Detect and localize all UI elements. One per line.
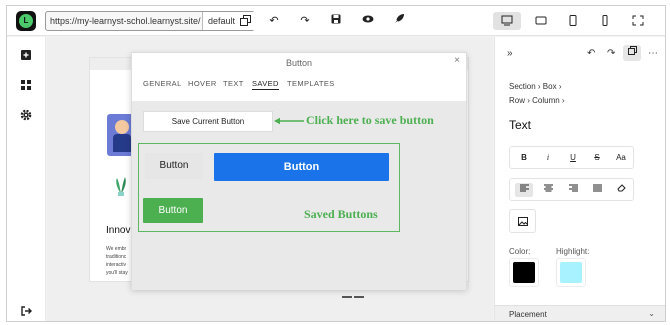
environment-label: default [208,16,236,26]
tab-text[interactable]: TEXT [223,79,244,88]
breadcrumb: Section › Box › [509,82,562,91]
left-toolbar [7,37,46,321]
align-center-icon[interactable] [539,183,557,197]
breadcrumb-column[interactable]: Column [532,96,560,105]
align-justify-icon[interactable] [588,183,606,197]
save-hint-annotation: Click here to save button [306,113,434,127]
align-left-icon[interactable] [515,183,533,197]
placement-label: Placement [509,310,547,319]
resize-handle[interactable] [342,285,366,298]
italic-button[interactable]: i [539,151,557,165]
undo-icon[interactable]: ↶ [266,13,282,29]
publish-rocket-icon[interactable] [391,13,407,29]
copy-icon [240,15,251,26]
save-icon[interactable] [328,13,344,29]
underline-button[interactable]: U [564,151,582,165]
site-url-field[interactable]: https://my-learnyst-schol.learnyst.site/… [45,11,255,31]
chevron-down-icon: ⌄ [648,309,655,318]
properties-panel: » ↶ ↷ ⋯ Section › Box › Row › Column › T… [494,37,665,321]
tab-templates[interactable]: TEMPLATES [287,79,335,88]
text-color-picker[interactable] [509,258,539,287]
settings-gear-icon[interactable] [20,108,34,122]
color-label: Color: [509,247,531,256]
exit-icon[interactable] [20,304,34,318]
tablet-landscape-icon [535,16,547,25]
breadcrumb-row2: Row › Column › [509,96,565,105]
desktop-icon [501,15,513,26]
editor-window: L https://my-learnyst-schol.learnyst.sit… [6,5,666,322]
text-format-group: B i U S Aa [509,146,634,169]
tablet-portrait-icon [569,15,577,26]
breadcrumb-box[interactable]: Box [543,82,557,91]
more-options-icon[interactable]: ⋯ [648,48,658,59]
layers-grid-icon[interactable] [20,78,34,92]
tablet-landscape-view-button[interactable] [527,12,555,30]
placement-section[interactable]: Placement ⌄ [495,305,665,321]
arrow-left-icon [274,117,304,125]
bold-button[interactable]: B [515,151,533,165]
mobile-icon [602,15,608,26]
environment-select[interactable]: default [202,12,255,30]
tab-saved[interactable]: SAVED [252,79,279,90]
breadcrumb-row[interactable]: Row [509,96,525,105]
mobile-view-button[interactable] [591,12,619,30]
alignment-group [509,178,634,201]
top-toolbar: L https://my-learnyst-schol.learnyst.sit… [7,6,665,36]
text-color-swatch [513,262,535,283]
collapse-panel-icon[interactable]: » [507,48,513,59]
text-case-button[interactable]: Aa [612,151,630,165]
panel-redo-icon[interactable]: ↷ [607,48,615,59]
redo-icon[interactable]: ↷ [297,13,313,29]
saved-tab-content: Save Current Button Click here to save b… [132,101,466,290]
save-current-button[interactable]: Save Current Button [143,111,273,132]
image-icon [518,217,528,226]
fullscreen-icon [632,15,644,26]
tablet-portrait-view-button[interactable] [559,12,587,30]
panel-title: Text [509,118,532,132]
eraser-icon[interactable] [612,183,630,197]
add-element-icon[interactable] [20,48,34,62]
fullscreen-button[interactable] [624,12,652,30]
site-url: https://my-learnyst-schol.learnyst.site/ [50,16,201,26]
duplicate-icon[interactable] [623,45,641,61]
align-right-icon[interactable] [564,183,582,197]
saved-button-gray[interactable]: Button [145,153,203,179]
close-icon[interactable]: × [454,55,460,66]
saved-buttons-box: Button Button Button Saved Buttons [138,143,400,232]
dialog-title: Button [285,58,313,68]
saved-buttons-annotation: Saved Buttons [304,207,378,221]
learnyst-logo: L [16,11,36,31]
breadcrumb-section[interactable]: Section [509,82,536,91]
saved-button-blue[interactable]: Button [214,153,389,181]
panel-undo-icon[interactable]: ↶ [587,48,595,59]
button-settings-dialog: Button × GENERAL HOVER TEXT SAVED TEMPLA… [131,52,467,290]
highlight-label: Highlight: [556,247,590,256]
preview-eye-icon[interactable] [360,13,376,29]
editor-canvas: Innov We embr traditionc interactiv you'… [47,37,493,321]
highlight-color-swatch [560,262,582,283]
saved-button-green[interactable]: Button [143,198,203,223]
plant-illustration [113,174,129,196]
tab-hover[interactable]: HOVER [188,79,217,88]
preview-heading: Innov [106,225,131,236]
highlight-color-picker[interactable] [556,258,586,287]
tab-general[interactable]: GENERAL [143,79,182,88]
insert-image-button[interactable] [509,209,536,233]
desktop-view-button[interactable] [493,12,521,30]
strikethrough-button[interactable]: S [588,151,606,165]
